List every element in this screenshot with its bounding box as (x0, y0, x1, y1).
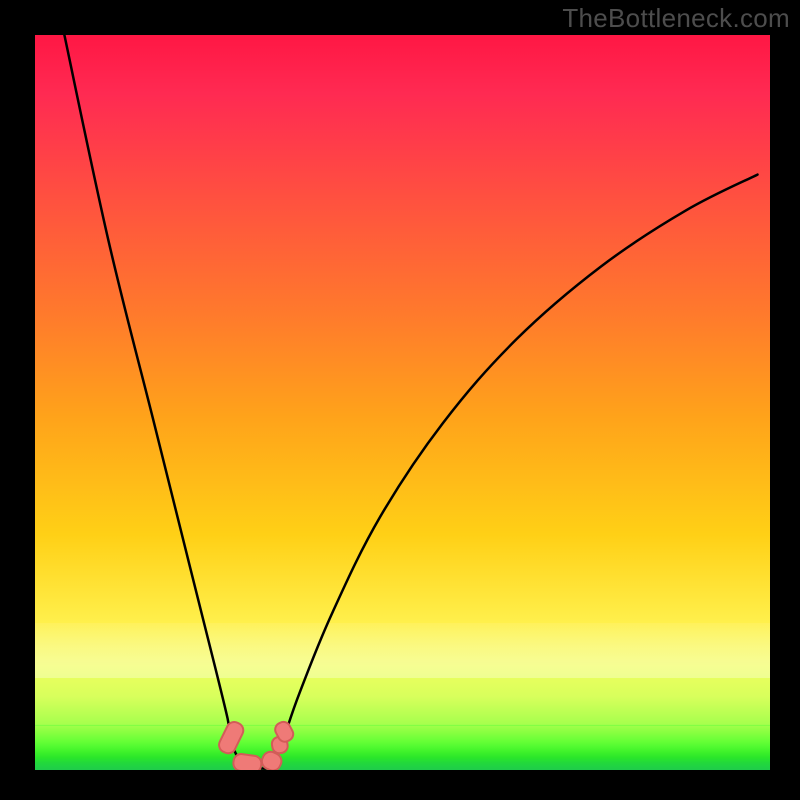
chart-frame: TheBottleneck.com (0, 0, 800, 800)
plot-area (35, 35, 770, 770)
watermark-label: TheBottleneck.com (562, 3, 790, 34)
marker-group (217, 719, 296, 770)
bottleneck-curve (64, 35, 757, 769)
curve-marker (217, 719, 246, 755)
curve-marker (232, 753, 262, 770)
curve-layer (35, 35, 770, 770)
